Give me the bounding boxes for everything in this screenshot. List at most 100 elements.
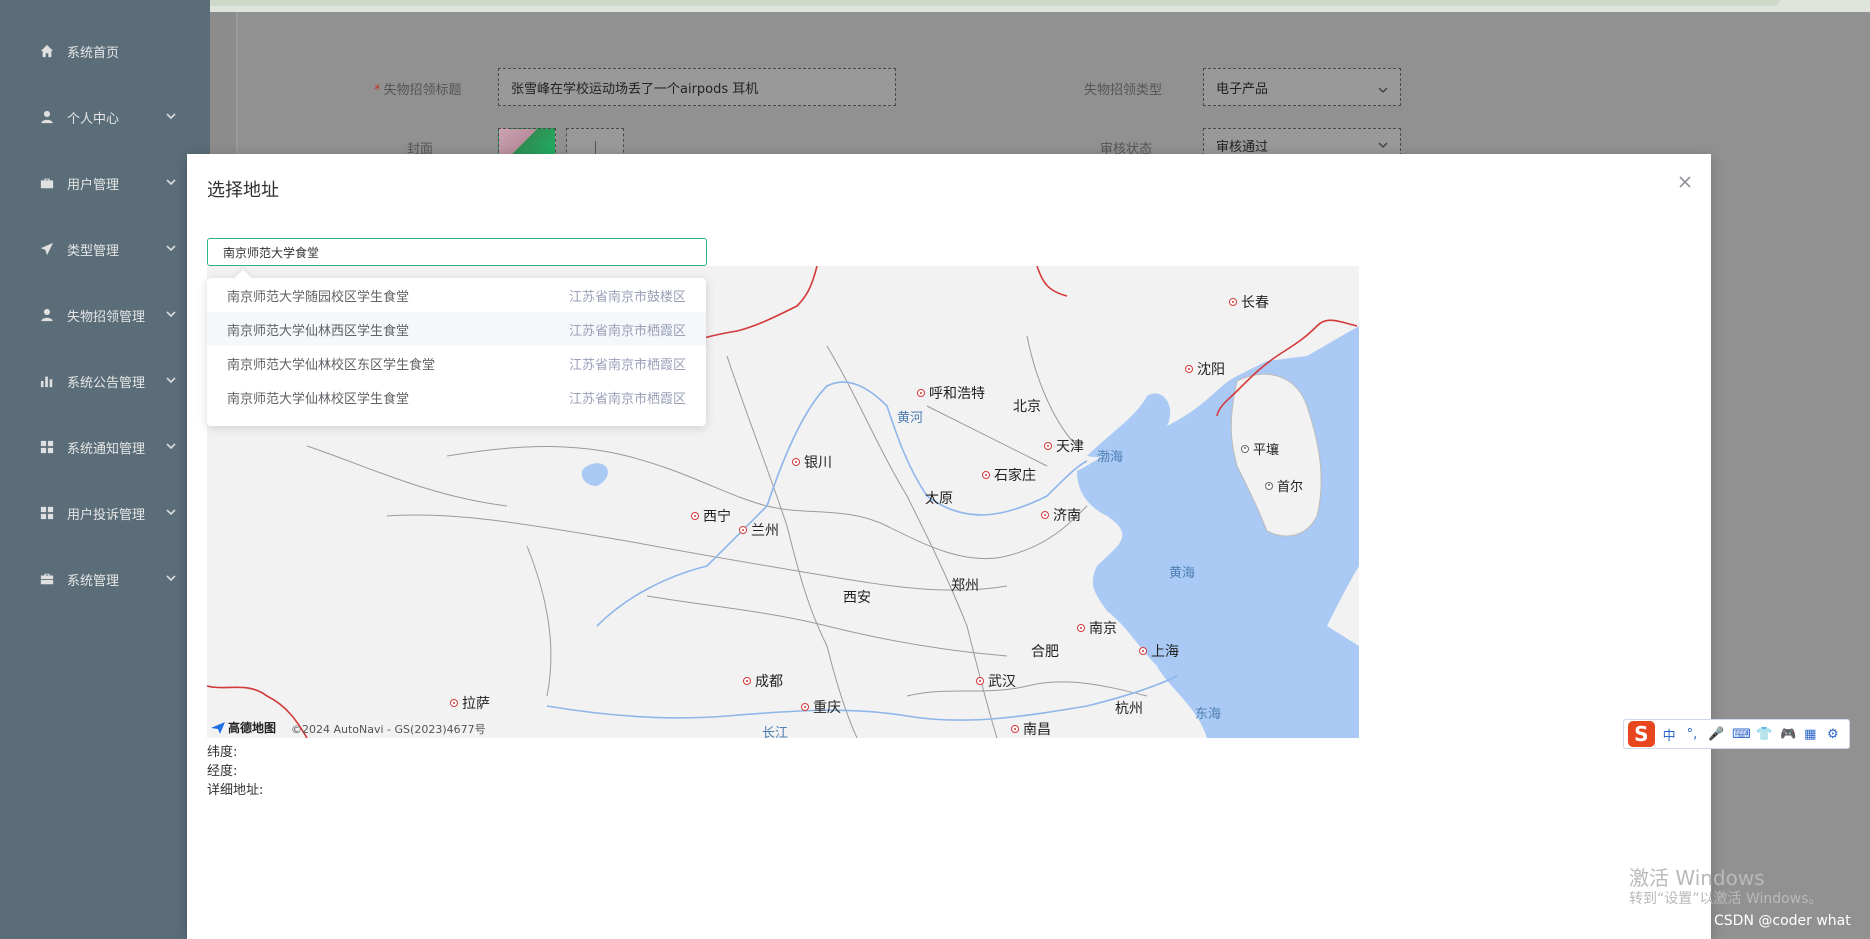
city-label-text: 南昌 bbox=[1023, 722, 1051, 738]
ime-toolbar: S 中 °, 🎤 ⌨ 👕 🎮 ▦ ⚙ bbox=[1623, 719, 1850, 749]
latitude-label: 纬度: bbox=[207, 745, 238, 760]
chevron-down-icon bbox=[166, 176, 176, 186]
city-dot bbox=[1229, 298, 1237, 306]
city-label: 杭州 bbox=[1115, 698, 1143, 718]
user-icon bbox=[39, 109, 55, 125]
sidebar-item-lost-found[interactable]: 失物招领管理 bbox=[0, 295, 210, 335]
city-dot bbox=[1241, 444, 1249, 453]
ime-mode-button[interactable]: 中 bbox=[1663, 725, 1676, 744]
city-label-text: 郑州 bbox=[951, 578, 979, 594]
type-select-value: 电子产品 bbox=[1216, 81, 1269, 97]
sidebar-item-announcements[interactable]: 系统公告管理 bbox=[0, 361, 210, 401]
city-label-text: 长春 bbox=[1241, 295, 1269, 311]
suggestion-item[interactable]: 南京师范大学仙林西区学生食堂 江苏省南京市栖霞区 bbox=[207, 312, 706, 346]
city-dot bbox=[1265, 481, 1273, 490]
bar-chart-icon bbox=[39, 373, 55, 389]
sidebar-item-system[interactable]: 系统管理 bbox=[0, 559, 210, 599]
city-label-text: 南京 bbox=[1089, 621, 1117, 637]
suggestion-address: 江苏省南京市栖霞区 bbox=[568, 391, 686, 407]
suggestion-name: 南京师范大学仙林西区学生食堂 bbox=[227, 323, 410, 339]
suggestion-address: 江苏省南京市栖霞区 bbox=[568, 357, 686, 373]
city-dot bbox=[739, 526, 747, 534]
toolbox-icon[interactable]: ▦ bbox=[1804, 727, 1816, 742]
sidebar-item-label: 个人中心 bbox=[67, 111, 120, 127]
city-dot bbox=[1011, 725, 1019, 733]
city-label-text: 成都 bbox=[755, 674, 783, 690]
chevron-down-icon bbox=[166, 374, 176, 384]
city-label: 武汉 bbox=[976, 671, 1016, 691]
sidebar-item-label: 用户管理 bbox=[67, 177, 120, 193]
city-label-text: 兰州 bbox=[751, 523, 779, 539]
city-label: 重庆 bbox=[801, 697, 841, 717]
city-label: 首尔 bbox=[1265, 476, 1303, 495]
city-label-text: 西宁 bbox=[703, 509, 731, 525]
sidebar-item-notifications[interactable]: 系统通知管理 bbox=[0, 427, 210, 467]
suggestion-item[interactable]: 南京师范大学随园校区学生食堂 江苏省南京市鼓楼区 bbox=[207, 278, 706, 312]
title-input[interactable]: 张雪峰在学校运动场丢了一个airpods 耳机 bbox=[498, 68, 896, 106]
skin-icon[interactable]: 👕 bbox=[1756, 727, 1772, 742]
sidebar-item-home[interactable]: 系统首页 bbox=[0, 31, 210, 71]
top-bar bbox=[0, 0, 1870, 12]
map-copyright: ©2024 AutoNavi - GS(2023)4677号 bbox=[291, 723, 486, 736]
sidebar-item-types[interactable]: 类型管理 bbox=[0, 229, 210, 269]
windows-activation-title: 激活 Windows bbox=[1629, 866, 1765, 890]
sidebar-item-label: 系统通知管理 bbox=[67, 441, 146, 457]
home-icon bbox=[39, 43, 55, 59]
suggestion-item[interactable]: 南京师范大学仙林校区东区学生食堂 江苏省南京市栖霞区 bbox=[207, 346, 706, 380]
city-label: 上海 bbox=[1139, 641, 1179, 661]
microphone-icon[interactable]: 🎤 bbox=[1708, 727, 1724, 742]
city-dot bbox=[1139, 647, 1147, 655]
water-label: 黄海 bbox=[1169, 566, 1196, 581]
close-icon[interactable] bbox=[1677, 174, 1693, 190]
city-dot bbox=[743, 677, 751, 685]
longitude-label: 经度: bbox=[207, 764, 238, 779]
grid-icon bbox=[39, 505, 55, 521]
city-dot bbox=[1044, 442, 1052, 450]
suggestion-item[interactable]: 南京师范大学仙林校区学生食堂 江苏省南京市栖霞区 bbox=[207, 380, 706, 414]
chevron-down-icon bbox=[166, 110, 176, 120]
address-detail-label: 详细地址: bbox=[207, 783, 264, 798]
amap-logo: 高德地图 bbox=[211, 719, 276, 736]
dialog-title: 选择地址 bbox=[207, 180, 279, 201]
city-label-text: 石家庄 bbox=[994, 468, 1036, 484]
city-label-text: 杭州 bbox=[1115, 701, 1143, 717]
city-label-text: 呼和浩特 bbox=[929, 386, 985, 402]
punctuation-icon[interactable]: °, bbox=[1686, 727, 1698, 742]
city-label: 济南 bbox=[1041, 505, 1081, 525]
suggestion-name: 南京师范大学随园校区学生食堂 bbox=[227, 289, 410, 305]
water-label: 东海 bbox=[1195, 707, 1222, 722]
city-dot bbox=[917, 389, 925, 397]
sogou-logo-icon[interactable]: S bbox=[1628, 721, 1655, 747]
city-dot bbox=[976, 677, 984, 685]
settings-icon[interactable]: ⚙ bbox=[1827, 727, 1839, 742]
chevron-down-icon bbox=[166, 242, 176, 252]
city-label: 沈阳 bbox=[1185, 359, 1225, 379]
game-icon[interactable]: 🎮 bbox=[1780, 727, 1796, 742]
city-label: 银川 bbox=[792, 452, 832, 472]
chevron-down-icon bbox=[166, 572, 176, 582]
status-select-value: 审核通过 bbox=[1216, 140, 1269, 155]
chevron-down-icon bbox=[166, 308, 176, 318]
chevron-down-icon bbox=[1378, 138, 1388, 149]
city-dot bbox=[1185, 365, 1193, 373]
city-label: 西宁 bbox=[691, 506, 731, 526]
sidebar-item-personal[interactable]: 个人中心 bbox=[0, 97, 210, 137]
address-dialog: 选择地址 南京师范大学食堂 长春 沈阳 呼和浩特 北京 天津 平壤 首尔 银川 … bbox=[187, 154, 1711, 939]
address-search-input[interactable] bbox=[207, 238, 707, 266]
type-select[interactable]: 电子产品 bbox=[1203, 68, 1401, 106]
city-label: 成都 bbox=[743, 671, 783, 691]
keyboard-icon[interactable]: ⌨ bbox=[1732, 727, 1751, 742]
water-label: 长江 bbox=[762, 726, 789, 738]
title-label: * 失物招领标题 bbox=[374, 79, 462, 98]
city-label: 北京 bbox=[1013, 396, 1041, 416]
city-dot bbox=[450, 699, 458, 707]
sidebar-item-users[interactable]: 用户管理 bbox=[0, 163, 210, 203]
csdn-credit: CSDN @coder what bbox=[1714, 913, 1851, 929]
sidebar-item-complaints[interactable]: 用户投诉管理 bbox=[0, 493, 210, 533]
city-label: 石家庄 bbox=[982, 465, 1036, 485]
city-dot bbox=[801, 703, 809, 711]
suggestion-name: 南京师范大学仙林校区东区学生食堂 bbox=[227, 357, 436, 373]
city-label-text: 拉萨 bbox=[462, 696, 490, 712]
city-label: 西安 bbox=[843, 587, 871, 607]
status-select[interactable]: 审核通过 bbox=[1203, 128, 1401, 156]
